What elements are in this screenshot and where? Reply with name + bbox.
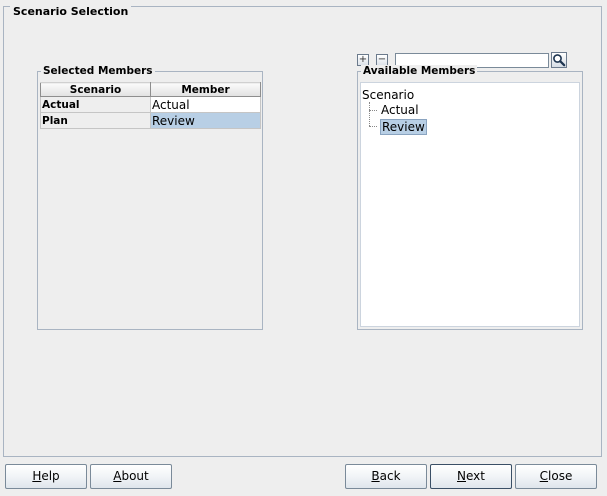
table-row[interactable]: Plan Review	[40, 112, 261, 129]
help-mnemonic: H	[32, 469, 42, 483]
magnifier-icon	[553, 54, 566, 67]
available-members-group: Available Members Scenario Actual Review	[357, 65, 583, 330]
next-label: ext	[466, 469, 485, 483]
table-header-row: Scenario Member	[40, 82, 261, 97]
next-button[interactable]: Next	[430, 464, 512, 489]
close-mnemonic: C	[539, 469, 549, 483]
available-members-tree-panel[interactable]: Scenario Actual Review	[360, 82, 580, 327]
column-header-member[interactable]: Member	[150, 82, 261, 97]
about-button[interactable]: About	[90, 464, 172, 489]
tree-node-actual[interactable]: Actual	[381, 103, 419, 117]
row-scenario-cell: Plan	[40, 112, 151, 129]
tree-connector	[369, 102, 370, 126]
row-member-cell[interactable]: Review	[150, 112, 261, 129]
close-label: lose	[548, 469, 573, 483]
back-mnemonic: B	[371, 469, 380, 483]
row-member-cell[interactable]: Actual	[150, 96, 261, 113]
frame-title: Scenario Selection	[10, 6, 132, 18]
tree-node-review[interactable]: Review	[380, 119, 427, 135]
close-button[interactable]: Close	[515, 464, 597, 489]
back-button[interactable]: Back	[345, 464, 427, 489]
column-header-scenario[interactable]: Scenario	[40, 82, 151, 97]
tree-connector	[369, 126, 377, 127]
help-button[interactable]: Help	[5, 464, 87, 489]
available-members-title: Available Members	[361, 65, 478, 78]
help-label: elp	[41, 469, 60, 483]
selected-members-group: Selected Members Scenario Member Actual …	[37, 65, 263, 330]
tree-connector	[369, 110, 377, 111]
next-mnemonic: N	[457, 469, 466, 483]
tree-node-scenario[interactable]: Scenario	[362, 88, 414, 102]
selected-members-table: Scenario Member Actual Actual Plan Revie…	[40, 82, 261, 129]
search-button[interactable]	[551, 52, 567, 68]
selected-members-title: Selected Members	[41, 65, 155, 78]
table-row[interactable]: Actual Actual	[40, 96, 261, 113]
row-scenario-cell: Actual	[40, 96, 151, 113]
back-label: ack	[379, 469, 401, 483]
about-label: bout	[121, 469, 149, 483]
